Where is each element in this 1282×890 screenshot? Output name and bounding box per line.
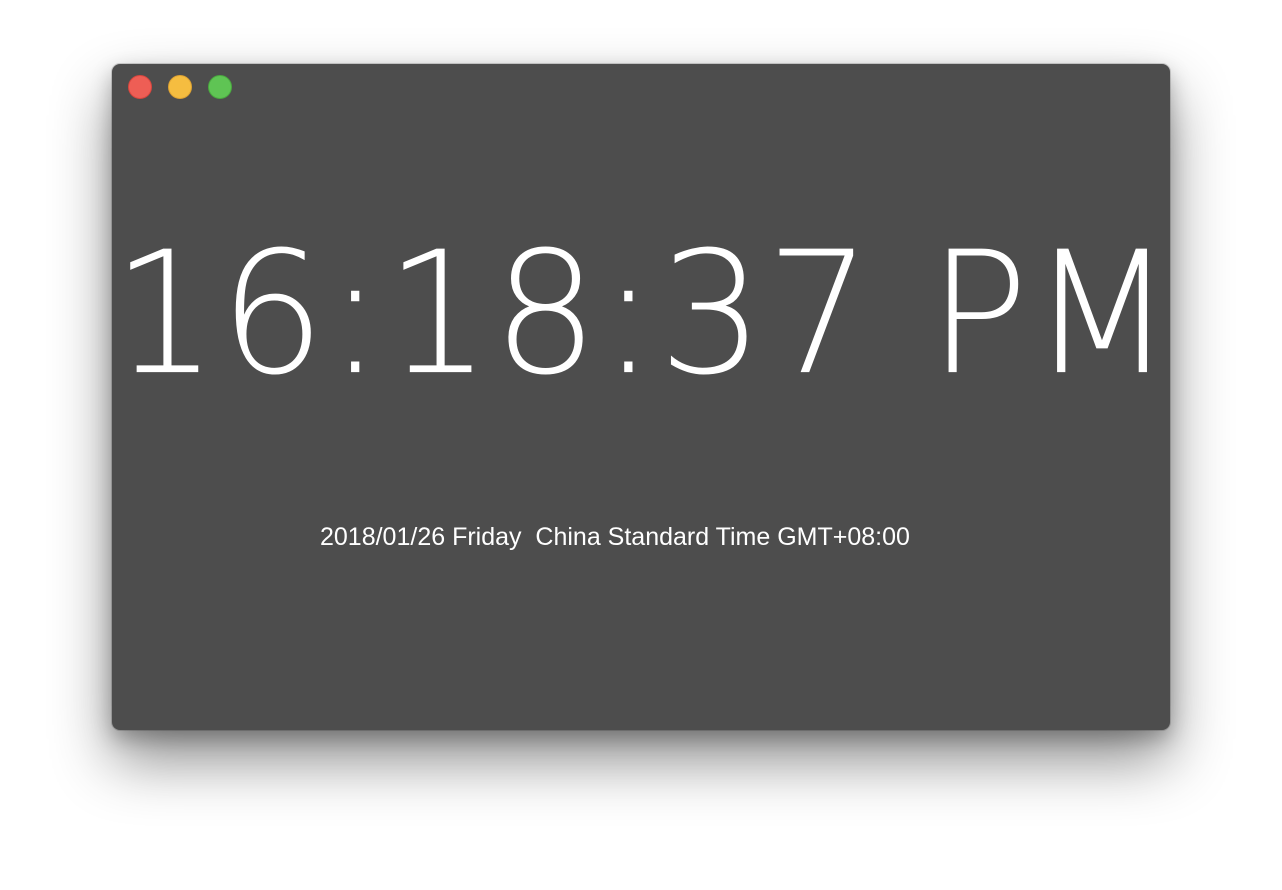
close-window-icon[interactable] xyxy=(128,75,152,99)
window-controls xyxy=(128,75,232,99)
clock-window: 16:18:37 PM 2018/01/26 Friday China Stan… xyxy=(112,64,1170,730)
minimize-window-icon[interactable] xyxy=(168,75,192,99)
zoom-window-icon[interactable] xyxy=(208,75,232,99)
date-timezone-label: 2018/01/26 Friday China Standard Time GM… xyxy=(320,523,910,551)
clock-time: 16:18:37 PM xyxy=(112,216,1170,413)
